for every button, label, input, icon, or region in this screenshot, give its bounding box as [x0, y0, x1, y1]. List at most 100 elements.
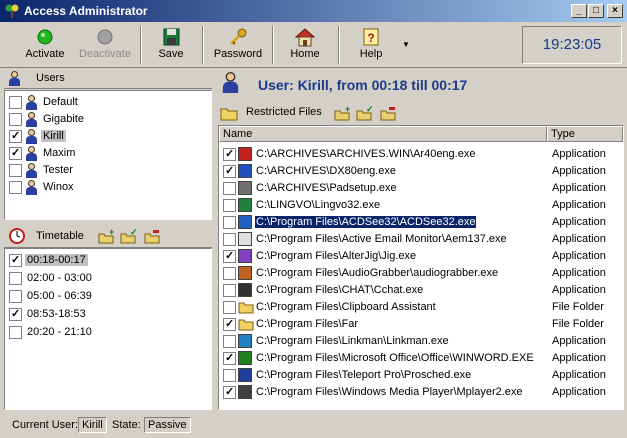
file-row[interactable]: C:\Program Files\Far File Folder: [219, 316, 623, 333]
file-row[interactable]: C:\Program Files\Windows Media Player\Mp…: [219, 384, 623, 401]
file-checkbox[interactable]: [223, 249, 236, 263]
file-type: Application: [552, 199, 606, 211]
close-button[interactable]: ×: [607, 4, 623, 18]
edit-time-icon[interactable]: ✓: [120, 228, 136, 244]
timetable-header: Timetable + ✓: [4, 224, 212, 248]
timetable-row[interactable]: 02:00 - 03:00: [7, 270, 207, 287]
file-checkbox[interactable]: [223, 335, 236, 348]
timetable-row[interactable]: 00:18-00:17: [7, 252, 207, 269]
home-button[interactable]: Home: [280, 25, 330, 65]
remove-time-icon[interactable]: [144, 228, 160, 244]
status-bar: Current User: Kirill State: Passive: [0, 414, 627, 438]
user-checkbox[interactable]: [9, 113, 22, 126]
file-checkbox[interactable]: [223, 267, 236, 280]
file-checkbox[interactable]: [223, 369, 236, 382]
house-icon: [294, 28, 316, 47]
user-row[interactable]: Maxim: [7, 145, 207, 162]
user-row[interactable]: Kirill: [7, 128, 207, 145]
svg-text:+: +: [345, 105, 350, 114]
file-checkbox[interactable]: [223, 284, 236, 297]
add-file-icon[interactable]: +: [334, 105, 350, 121]
file-row[interactable]: C:\Program Files\Microsoft Office\Office…: [219, 350, 623, 367]
file-row[interactable]: C:\Program Files\AlterJig\Jig.exe Applica…: [219, 248, 623, 265]
user-row[interactable]: Gigabite: [7, 111, 207, 128]
file-checkbox[interactable]: [223, 164, 236, 178]
minimize-button[interactable]: _: [571, 4, 587, 18]
column-header-name[interactable]: Name: [219, 126, 547, 142]
file-type: Application: [552, 352, 606, 364]
timetable-checkbox[interactable]: [9, 326, 22, 339]
timetable-checkbox[interactable]: [9, 253, 22, 267]
help-dropdown-arrow[interactable]: ▼: [402, 40, 410, 49]
svg-text:+: +: [109, 228, 114, 237]
toolbar-separator: [272, 26, 274, 64]
timetable-row[interactable]: 20:20 - 21:10: [7, 324, 207, 341]
user-heading-bar: User: Kirill, from 00:18 till 00:17: [216, 69, 624, 101]
file-checkbox[interactable]: [223, 233, 236, 246]
file-row[interactable]: C:\ARCHIVES\ARCHIVES.WIN\Ar40eng.exe Appl…: [219, 146, 623, 163]
app-window-icon: [238, 164, 252, 178]
file-checkbox[interactable]: [223, 199, 236, 212]
deactivate-button[interactable]: Deactivate: [74, 25, 136, 65]
file-row[interactable]: C:\ARCHIVES\DX80eng.exe Application: [219, 163, 623, 180]
maximize-button[interactable]: □: [588, 4, 604, 18]
teleport-icon: [238, 368, 252, 382]
timetable-row[interactable]: 08:53-18:53: [7, 306, 207, 323]
save-label: Save: [158, 48, 184, 60]
folder-icon: [238, 300, 254, 314]
help-button[interactable]: ? Help: [346, 25, 396, 65]
file-row[interactable]: C:\Program Files\AudioGrabber\audiograbb…: [219, 265, 623, 282]
file-checkbox[interactable]: [223, 301, 236, 314]
file-checkbox[interactable]: [223, 351, 236, 365]
add-time-icon[interactable]: +: [98, 228, 114, 244]
timetable-label: 00:18-00:17: [25, 254, 88, 266]
file-row[interactable]: C:\Program Files\CHAT\Cchat.exe Applicati…: [219, 282, 623, 299]
edit-file-icon[interactable]: ✓: [356, 105, 372, 121]
remove-file-icon[interactable]: [380, 105, 396, 121]
setup-box-icon: [238, 181, 252, 195]
help-icon: ?: [363, 28, 379, 46]
file-row[interactable]: C:\LINGVO\Lingvo32.exe Application: [219, 197, 623, 214]
user-checkbox[interactable]: [9, 129, 22, 143]
files-list: Name Type C:\ARCHIVES\ARCHIVES.WIN\Ar40e…: [218, 125, 624, 410]
user-checkbox[interactable]: [9, 96, 22, 109]
file-path: C:\Program Files\ACDSee32\ACDSee32.exe: [253, 215, 478, 229]
file-checkbox[interactable]: [223, 182, 236, 195]
file-path: C:\LINGVO\Lingvo32.exe: [256, 199, 381, 211]
timetable-row[interactable]: 05:00 - 06:39: [7, 288, 207, 305]
file-checkbox[interactable]: [223, 216, 236, 229]
file-row[interactable]: C:\Program Files\ACDSee32\ACDSee32.exe Ap…: [219, 214, 623, 231]
app-icon: [5, 4, 19, 18]
file-checkbox[interactable]: [223, 317, 236, 331]
password-button[interactable]: Password: [208, 25, 268, 65]
green-dot-icon: [37, 29, 53, 45]
file-checkbox[interactable]: [223, 385, 236, 399]
user-checkbox[interactable]: [9, 146, 22, 160]
word-w-icon: [238, 351, 252, 365]
file-row[interactable]: C:\ARCHIVES\Padsetup.exe Application: [219, 180, 623, 197]
timetable-checkbox[interactable]: [9, 307, 22, 321]
column-header-type[interactable]: Type: [547, 126, 623, 142]
file-checkbox[interactable]: [223, 147, 236, 161]
file-type: File Folder: [552, 318, 604, 330]
file-type: Application: [552, 165, 606, 177]
file-row[interactable]: C:\Program Files\Active Email Monitor\Ae…: [219, 231, 623, 248]
user-row[interactable]: Tester: [7, 162, 207, 179]
title-bar[interactable]: Access Administrator _ □ ×: [0, 0, 627, 22]
user-checkbox[interactable]: [9, 164, 22, 177]
file-row[interactable]: C:\Program Files\Clipboard Assistant File…: [219, 299, 623, 316]
file-type: Application: [552, 386, 606, 398]
file-row[interactable]: C:\Program Files\Teleport Pro\Prosched.e…: [219, 367, 623, 384]
save-button[interactable]: Save: [146, 25, 196, 65]
user-checkbox[interactable]: [9, 181, 22, 194]
file-row[interactable]: C:\Program Files\Linkman\Linkman.exe Appl…: [219, 333, 623, 350]
activate-label: Activate: [25, 48, 65, 60]
timetable-checkbox[interactable]: [9, 272, 22, 285]
file-type: Application: [552, 284, 606, 296]
user-row[interactable]: Default: [7, 94, 207, 111]
activate-button[interactable]: Activate: [14, 25, 76, 65]
timetable-checkbox[interactable]: [9, 290, 22, 303]
user-row[interactable]: Winox: [7, 179, 207, 196]
media-player-icon: [238, 385, 252, 399]
floppy-disk-icon: [163, 28, 180, 46]
